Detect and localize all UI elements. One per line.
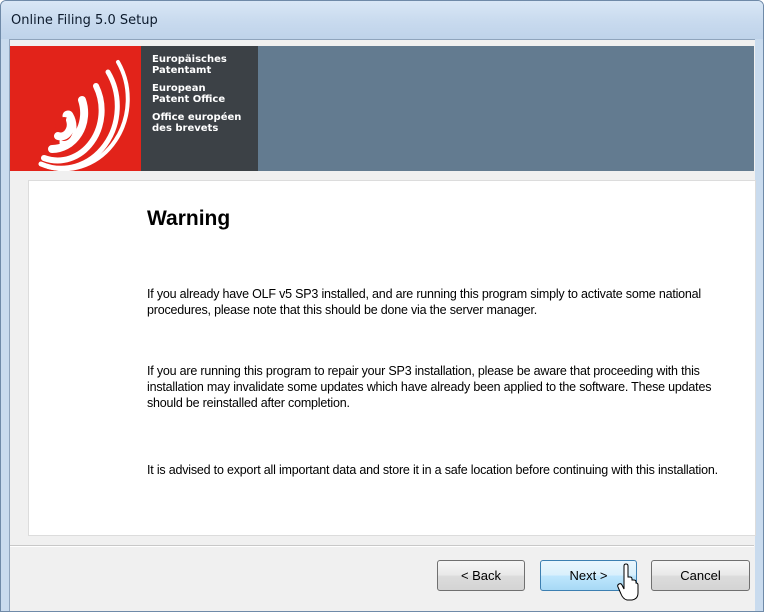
title-bar[interactable]: Online Filing 5.0 Setup xyxy=(1,1,763,39)
epo-name-de: Europäisches Patentamt xyxy=(152,54,227,76)
epo-name-fr: Office européen des brevets xyxy=(152,112,242,134)
epo-logo-icon xyxy=(38,60,130,172)
back-button[interactable]: < Back xyxy=(437,560,525,591)
footer-divider xyxy=(10,545,754,547)
epo-logo-mark xyxy=(10,46,141,172)
warning-paragraph-2: If you are running this program to repai… xyxy=(147,364,712,410)
content-panel xyxy=(28,180,756,536)
page-title: Warning xyxy=(147,207,231,230)
warning-paragraph-1: If you already have OLF v5 SP3 installed… xyxy=(147,287,702,317)
epo-name-text: Europäisches Patentamt European Patent O… xyxy=(152,54,256,141)
mouse-pointer-icon xyxy=(617,563,639,601)
warning-paragraph-3: It is advised to export all important da… xyxy=(147,463,718,477)
window-title: Online Filing 5.0 Setup xyxy=(11,13,158,28)
cancel-button[interactable]: Cancel xyxy=(651,560,750,591)
epo-name-en: European Patent Office xyxy=(152,83,226,105)
